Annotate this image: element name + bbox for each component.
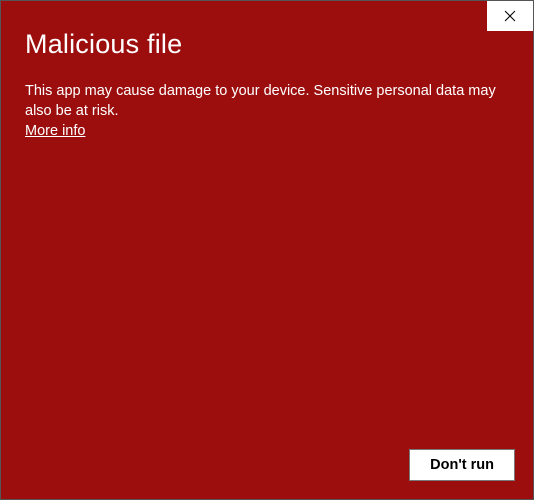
button-bar: Don't run	[409, 449, 515, 481]
smartscreen-dialog: Malicious file This app may cause damage…	[0, 0, 534, 500]
dialog-title: Malicious file	[25, 29, 509, 60]
dialog-message: This app may cause damage to your device…	[25, 82, 509, 121]
dialog-content: Malicious file This app may cause damage…	[1, 1, 533, 164]
more-info-link[interactable]: More info	[25, 123, 85, 139]
dont-run-button[interactable]: Don't run	[409, 449, 515, 481]
close-button[interactable]	[487, 1, 533, 31]
close-icon	[504, 10, 516, 22]
